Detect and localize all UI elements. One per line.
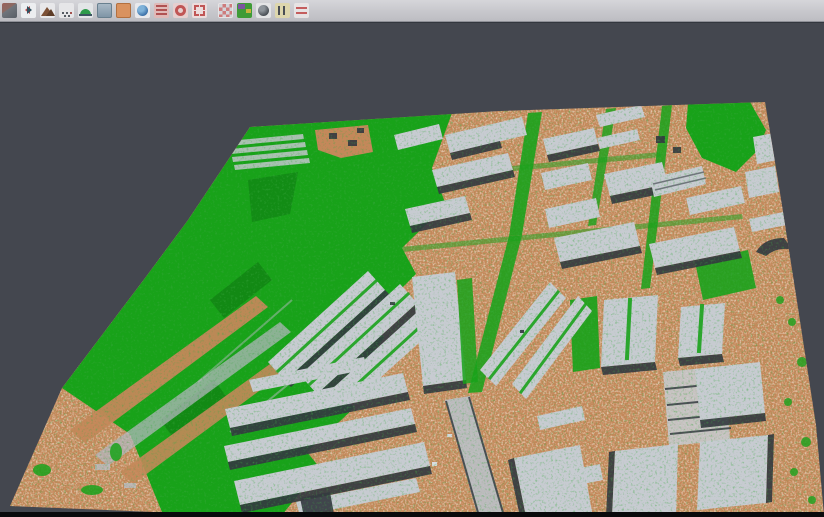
toolbar-shadow-line	[0, 22, 824, 23]
point-cloud-icon[interactable]	[59, 3, 74, 18]
3d-viewport[interactable]	[0, 22, 824, 517]
bottom-bar	[0, 512, 824, 517]
application-window	[0, 0, 824, 517]
terrain-hill-icon[interactable]	[78, 3, 93, 18]
globe-icon[interactable]	[135, 3, 150, 18]
classification-palette-icon[interactable]	[237, 3, 252, 18]
dark-sphere-icon[interactable]	[256, 3, 271, 18]
red-list-icon[interactable]	[154, 3, 169, 18]
mountain-icon[interactable]	[40, 3, 55, 18]
shaded-tile-icon[interactable]	[2, 3, 17, 18]
checker-grid-icon[interactable]	[218, 3, 233, 18]
table-chart-icon[interactable]	[275, 3, 290, 18]
red-bars-icon[interactable]	[294, 3, 309, 18]
red-circle-icon[interactable]	[173, 3, 188, 18]
zoom-extent-icon[interactable]	[192, 3, 207, 18]
building-block-icon[interactable]	[97, 3, 112, 18]
move-arrows-icon[interactable]	[21, 3, 36, 18]
orange-tile-icon[interactable]	[116, 3, 131, 18]
toolbar	[0, 0, 824, 22]
